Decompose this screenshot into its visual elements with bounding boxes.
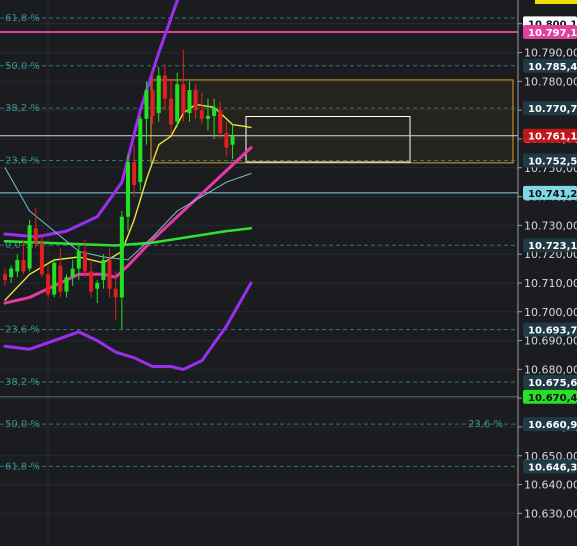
price-tick-label: 10.630,00 [524,507,577,520]
price-tag-label: 10.741,29 [528,189,577,200]
candle-body [169,98,174,125]
fib-label: 50,0 % [5,419,40,430]
candle-body [95,282,100,289]
chart-zones [150,79,514,164]
price-tick-label: 10.780,00 [524,75,577,88]
candle-body [27,225,32,269]
candle-body [162,75,167,99]
price-tag-label: 10.660,97 [528,420,577,431]
candle-body [181,84,186,114]
candle-body [205,115,210,119]
candle-body [138,118,143,183]
candle-body [230,136,235,145]
fib-label-right: 23,6 % [468,419,503,430]
candle-body [21,259,26,272]
candle-body [52,262,57,295]
candle-body [58,265,63,292]
candle-body [33,228,38,243]
candle-body [187,90,192,114]
fib-label: 61,8 % [5,461,40,472]
price-tag-label: 10.752,52 [528,157,577,168]
candle-body [119,216,124,298]
price-tag-label: 10.670,48 [528,393,577,404]
candle-body [76,251,81,269]
candle-body [175,84,180,122]
price-tick-label: 10.710,00 [524,277,577,290]
price-tag-label: 10.761,13 [528,132,577,143]
fib-label: 23,6 % [5,156,40,167]
candle-body [3,274,7,281]
candle-body [64,277,69,292]
candle-body [144,90,149,119]
candle-body [107,259,112,289]
candle-body [150,90,155,116]
candle-body [15,259,20,272]
top-price-tag-fragment [535,0,577,4]
candle-body [39,242,44,275]
candle-body [113,288,118,298]
candle-body [89,271,94,292]
price-tick-label: 10.700,00 [524,306,577,319]
price-tick-label: 10.640,00 [524,479,577,492]
candle-body [126,162,130,217]
candle-body [224,133,229,148]
price-tick-label: 10.730,00 [524,219,577,232]
candle-body [101,259,106,281]
candlestick-chart[interactable]: 61,8 %50,0 %38,2 %23,6 %0,0 %23,6 %38,2 … [0,0,577,546]
price-tag-label: 10.797,14 [528,28,577,39]
candle-body [9,268,14,278]
price-tick-label: 10.790,00 [524,47,577,60]
fib-label: 50,0 % [5,61,40,72]
candle-body [212,107,217,116]
candle-body [132,162,137,186]
fib-label: 23,6 % [5,325,40,336]
candle-body [46,274,51,295]
fib-label: 38,2 % [5,377,40,388]
candle-body [156,75,161,114]
zone-box [150,79,514,164]
price-tag-label: 10.723,11 [528,241,577,252]
price-tag-label: 10.770,71 [528,104,577,115]
price-tag-label: 10.785,42 [528,62,577,73]
price-tick-label: 10.680,00 [524,363,577,376]
price-tag-label: 10.646,30 [528,462,577,473]
candle-body [70,268,75,278]
price-tag-label: 10.693,78 [528,326,577,337]
candle-body [199,110,204,119]
candle-body [193,90,198,111]
candle-body [218,110,223,134]
price-tag-label: 10.675,63 [528,378,577,389]
candle-body [82,251,87,272]
fib-label: 61,8 % [5,13,40,24]
fib-label: 38,2 % [5,103,40,114]
